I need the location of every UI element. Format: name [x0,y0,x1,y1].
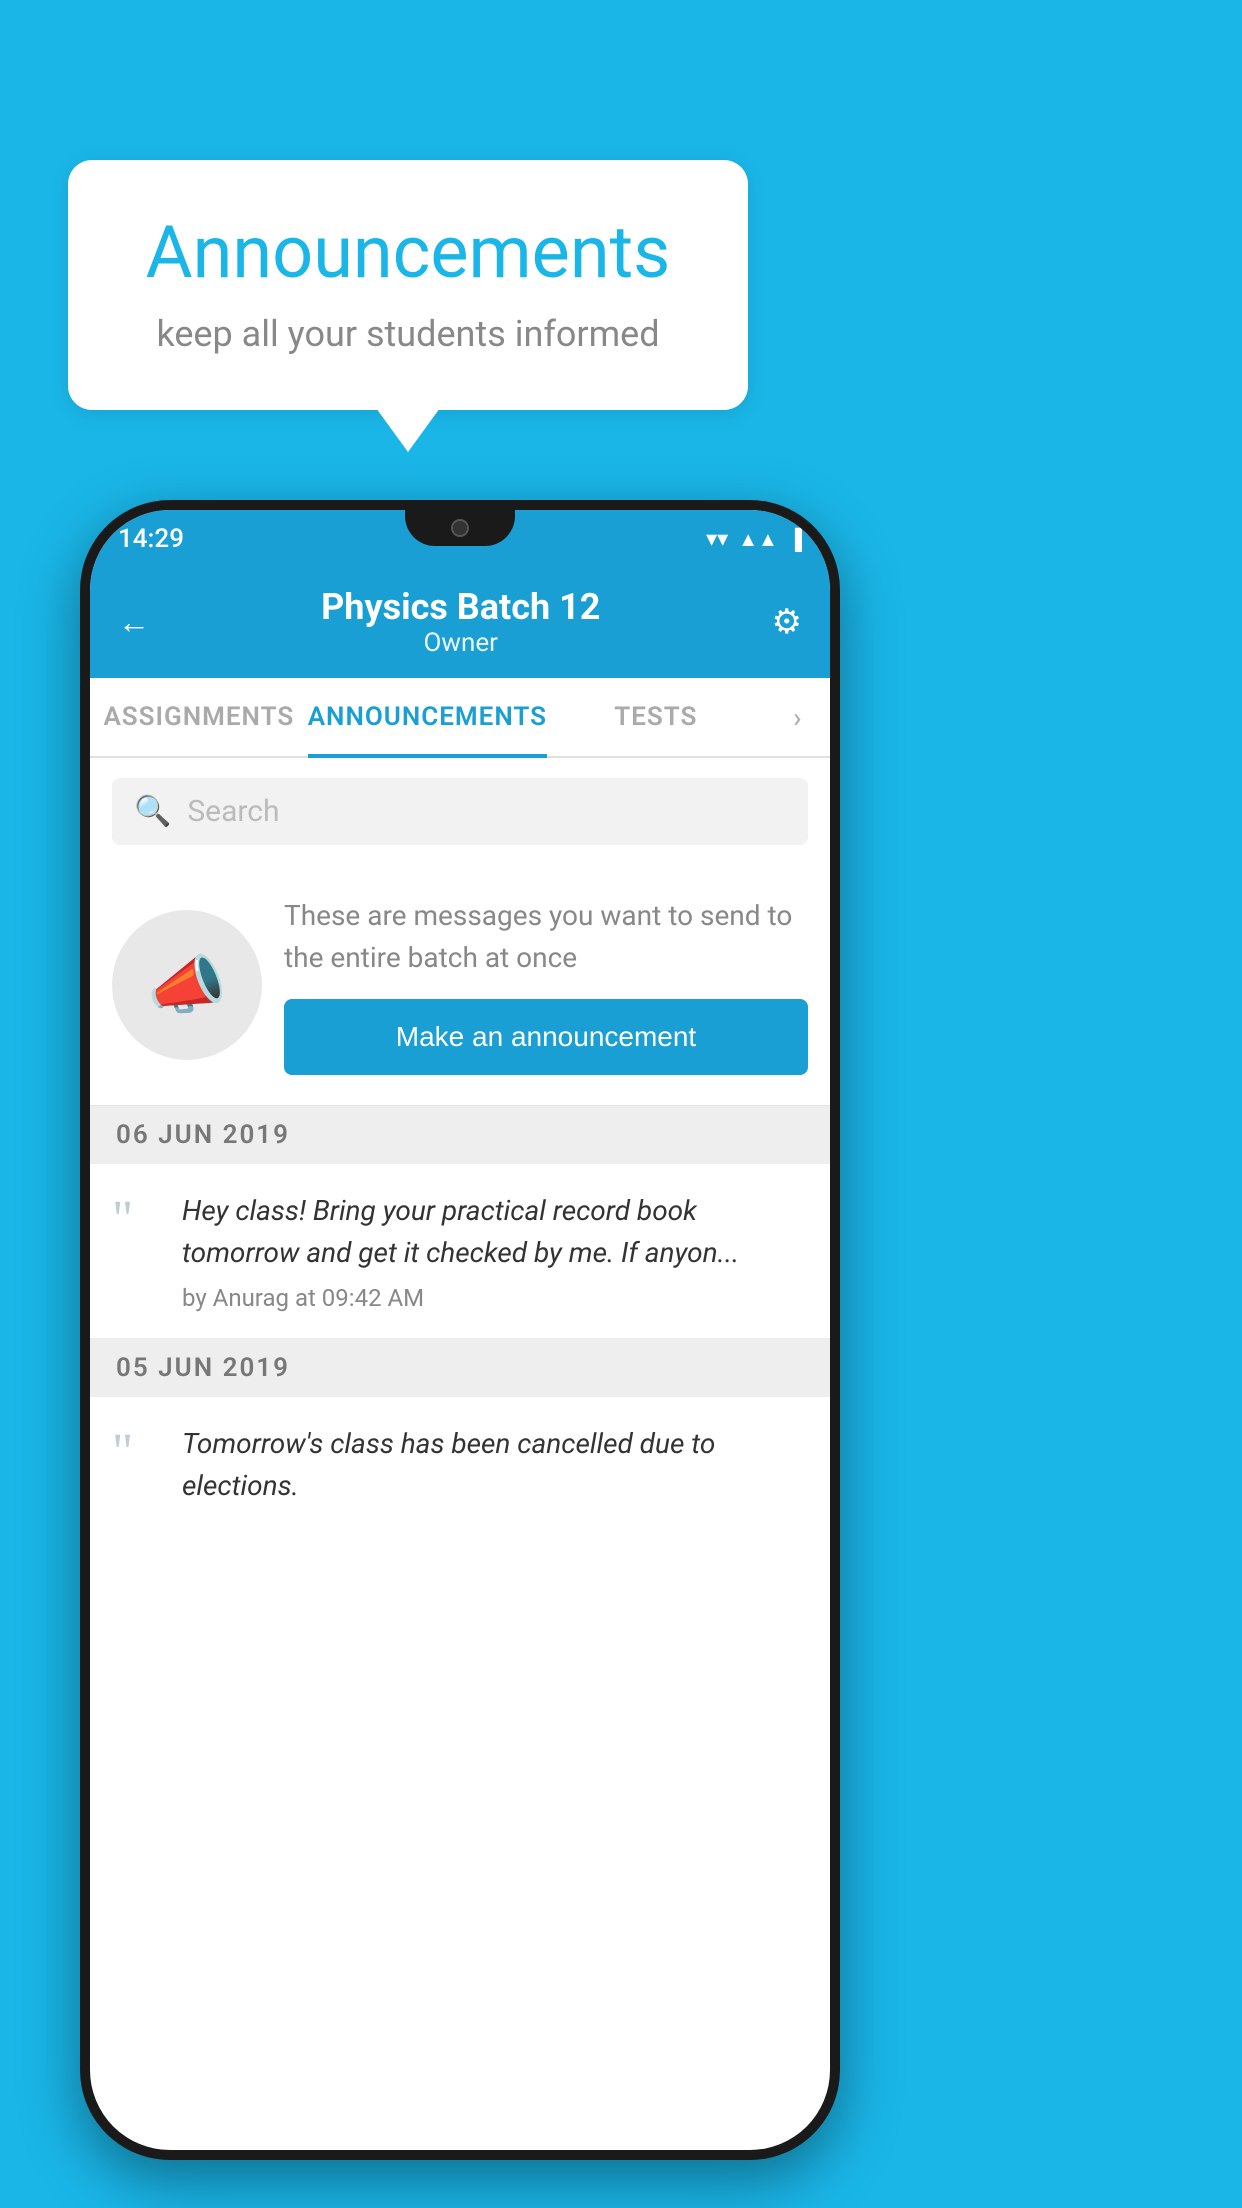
phone-notch [405,510,515,546]
status-icons: ▾▾ ▲▲ ▐ [706,527,802,552]
front-camera [451,519,469,537]
tab-bar: ASSIGNMENTS ANNOUNCEMENTS TESTS › [90,678,830,758]
make-announcement-button[interactable]: Make an announcement [284,999,808,1075]
header-title-group: Physics Batch 12 Owner [321,586,600,658]
signal-icon: ▲▲ [738,527,778,552]
announcement-item-1[interactable]: " Hey class! Bring your practical record… [90,1164,830,1339]
date-separator-2: 05 JUN 2019 [90,1339,830,1397]
search-bar[interactable]: 🔍 Search [112,778,808,845]
megaphone-icon: 📣 [147,948,227,1023]
header-title: Physics Batch 12 [321,586,600,628]
quote-icon-1: " [112,1194,162,1246]
date-separator-1: 06 JUN 2019 [90,1106,830,1164]
search-input[interactable]: Search [187,794,279,829]
announcement-text-1: Hey class! Bring your practical record b… [182,1190,808,1274]
tab-tests[interactable]: TESTS [547,678,765,756]
tab-assignments[interactable]: ASSIGNMENTS [90,678,308,756]
search-icon: 🔍 [134,794,171,829]
quote-icon-2: " [112,1427,162,1479]
phone-device: 14:29 ▾▾ ▲▲ ▐ ← Physics Batch 12 Owner ⚙… [80,500,840,2160]
battery-icon: ▐ [788,527,802,552]
megaphone-icon-circle: 📣 [112,910,262,1060]
wifi-icon: ▾▾ [706,527,728,552]
status-time: 14:29 [118,524,184,554]
announcement-content-1: Hey class! Bring your practical record b… [182,1190,808,1312]
announcement-content-2: Tomorrow's class has been cancelled due … [182,1423,808,1517]
back-button[interactable]: ← [118,603,150,641]
speech-bubble-title: Announcements [128,210,688,295]
announcement-meta-1: by Anurag at 09:42 AM [182,1284,808,1312]
prompt-description: These are messages you want to send to t… [284,895,808,979]
announcement-text-2: Tomorrow's class has been cancelled due … [182,1423,808,1507]
search-container: 🔍 Search [90,758,830,865]
phone-screen: 14:29 ▾▾ ▲▲ ▐ ← Physics Batch 12 Owner ⚙… [90,510,830,2150]
prompt-content: These are messages you want to send to t… [284,895,808,1075]
speech-bubble-subtitle: keep all your students informed [128,313,688,355]
speech-bubble-container: Announcements keep all your students inf… [68,160,748,410]
tab-more[interactable]: › [765,678,830,756]
tab-announcements[interactable]: ANNOUNCEMENTS [308,678,547,756]
announcement-prompt: 📣 These are messages you want to send to… [90,865,830,1106]
announcement-item-2[interactable]: " Tomorrow's class has been cancelled du… [90,1397,830,1543]
settings-icon[interactable]: ⚙ [772,602,802,642]
speech-bubble: Announcements keep all your students inf… [68,160,748,410]
header-subtitle: Owner [321,628,600,658]
app-header: ← Physics Batch 12 Owner ⚙ [90,568,830,678]
